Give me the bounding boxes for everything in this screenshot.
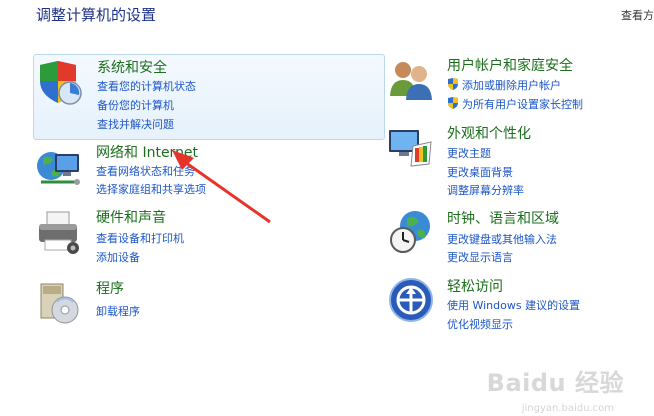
- uac-shield-icon: [448, 97, 458, 109]
- category-title[interactable]: 时钟、语言和区域: [447, 208, 559, 228]
- programs-icon: [40, 283, 79, 324]
- category-title[interactable]: 程序: [96, 278, 124, 298]
- clock-globe-icon: [390, 211, 430, 253]
- ease-of-access-icon: [389, 278, 433, 322]
- link-optimize-video[interactable]: 优化视频显示: [447, 316, 513, 332]
- category-user-accounts[interactable]: 用户帐户和家庭安全 添加或删除用户帐户 为所有用户设置家长控制: [385, 54, 650, 116]
- category-network-internet[interactable]: 网络和 Internet 查看网络状态和任务 选择家庭组和共享选项: [33, 140, 383, 200]
- category-system-security[interactable]: 系统和安全 查看您的计算机状态 备份您的计算机 查找并解决问题: [33, 54, 385, 140]
- link-view-computer-status[interactable]: 查看您的计算机状态: [97, 78, 196, 94]
- link-change-display-language[interactable]: 更改显示语言: [447, 249, 513, 265]
- network-globe-icon: [37, 152, 80, 185]
- page-title: 调整计算机的设置: [36, 6, 157, 24]
- category-ease-of-access[interactable]: 轻松访问 使用 Windows 建议的设置 优化视频显示: [385, 274, 650, 336]
- link-uninstall-program[interactable]: 卸载程序: [96, 303, 140, 319]
- link-change-input-method[interactable]: 更改键盘或其他输入法: [447, 231, 557, 247]
- shield-computer-icon: [40, 61, 82, 105]
- category-title[interactable]: 外观和个性化: [447, 123, 531, 143]
- printer-icon: [39, 211, 79, 254]
- link-homegroup-sharing[interactable]: 选择家庭组和共享选项: [96, 181, 206, 197]
- category-appearance[interactable]: 外观和个性化 更改主题 更改桌面背景 调整屏幕分辨率: [385, 120, 650, 197]
- link-troubleshoot[interactable]: 查找并解决问题: [97, 116, 174, 132]
- link-add-device[interactable]: 添加设备: [96, 249, 140, 265]
- users-icon: [390, 62, 432, 100]
- watermark-logo: Baidu 经验: [486, 369, 624, 397]
- link-screen-resolution[interactable]: 调整屏幕分辨率: [447, 182, 524, 198]
- category-title[interactable]: 网络和 Internet: [96, 142, 198, 162]
- uac-shield-icon: [448, 78, 458, 90]
- category-title[interactable]: 用户帐户和家庭安全: [447, 55, 573, 75]
- link-backup-computer[interactable]: 备份您的计算机: [97, 97, 174, 113]
- link-add-remove-users[interactable]: 添加或删除用户帐户: [462, 77, 561, 93]
- link-change-background[interactable]: 更改桌面背景: [447, 164, 513, 180]
- link-change-theme[interactable]: 更改主题: [447, 145, 491, 161]
- category-title[interactable]: 系统和安全: [97, 57, 167, 77]
- link-recommended-settings[interactable]: 使用 Windows 建议的设置: [447, 297, 580, 313]
- watermark-url: jingyan.baidu.com: [521, 403, 614, 414]
- category-hardware-sound[interactable]: 硬件和声音 查看设备和打印机 添加设备: [33, 206, 383, 266]
- view-by-label[interactable]: 查看方式: [621, 7, 654, 23]
- monitor-palette-icon: [389, 130, 432, 167]
- link-parental-controls[interactable]: 为所有用户设置家长控制: [462, 96, 583, 112]
- category-title[interactable]: 轻松访问: [447, 276, 503, 296]
- category-clock-language[interactable]: 时钟、语言和区域 更改键盘或其他输入法 更改显示语言: [385, 206, 650, 268]
- link-network-status[interactable]: 查看网络状态和任务: [96, 163, 195, 179]
- category-title[interactable]: 硬件和声音: [96, 207, 166, 227]
- link-devices-printers[interactable]: 查看设备和打印机: [96, 230, 184, 246]
- category-programs[interactable]: 程序 卸载程序: [33, 276, 383, 332]
